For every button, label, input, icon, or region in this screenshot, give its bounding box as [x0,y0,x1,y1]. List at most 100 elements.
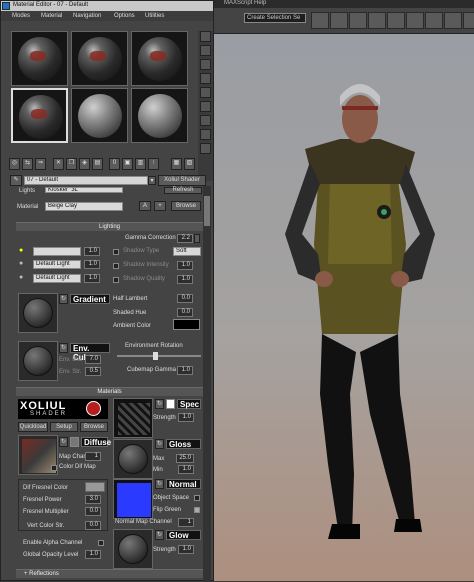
environment-rotation-slider-track[interactable] [117,355,201,357]
select-by-material-icon[interactable] [200,129,211,140]
map-chan-spinner[interactable]: 1 [85,452,101,461]
glow-strength-spinner[interactable]: 1.0 [178,545,194,554]
graphite-icon[interactable] [387,12,405,29]
menu-maxscript[interactable]: MAXScript [224,0,252,6]
add-preset-plus-button[interactable]: + [154,201,166,211]
shadow-intensity-checkbox[interactable] [113,263,119,269]
light2-intensity[interactable]: 1.0 [84,260,100,269]
light3-intensity[interactable]: 1.0 [84,274,100,283]
glow-map-slot[interactable] [113,529,153,569]
light1-dropdown[interactable] [33,247,81,256]
gloss-map-slot[interactable] [113,439,153,479]
fresnel-power-spinner[interactable]: 3.0 [85,495,101,504]
shadow-quality-checkbox[interactable] [113,277,119,283]
shaded-hue-spinner[interactable]: 0.0 [177,308,193,317]
go-sibling-icon[interactable]: ▦ [171,158,182,170]
light1-intensity[interactable]: 1.0 [84,247,100,256]
light2-dropdown[interactable]: Default Light [33,260,81,269]
sample-type-icon[interactable] [200,31,211,42]
align-icon[interactable] [349,12,367,29]
global-opacity-spinner[interactable]: 1.0 [85,550,101,559]
shadow-intensity-spinner[interactable]: 1.0 [177,261,193,270]
menu-material[interactable]: Material [41,13,62,19]
named-selection-icon[interactable] [311,12,329,29]
enable-alpha-checkbox[interactable] [98,540,104,546]
add-preset-a-button[interactable]: A [139,201,151,211]
video-check-icon[interactable] [200,87,211,98]
refresh-button[interactable]: Refresh [164,187,202,194]
reload-icon[interactable]: ↻ [155,439,164,449]
render-setup-icon[interactable] [463,12,474,29]
spec-color-swatch[interactable] [166,399,175,409]
vert-color-spinner[interactable]: 0.0 [85,521,101,530]
gamma-correction-spinner[interactable]: 2.2 [177,234,193,243]
selection-set-dropdown[interactable]: Create Selection Se [244,13,306,23]
rollout-scrollbar[interactable] [203,186,211,582]
quickload-button[interactable]: Quickload [18,422,48,432]
browse-preset-button[interactable]: Browse [171,201,201,211]
show-end-result-icon[interactable]: ▥ [135,158,146,170]
menu-options[interactable]: Options [114,13,135,19]
menu-help[interactable]: Help [254,0,266,6]
reload-icon[interactable]: ↻ [59,437,68,447]
browse-button[interactable]: Browse [80,422,108,432]
reload-icon[interactable]: ↻ [59,343,68,353]
diffuse-color-swatch[interactable] [70,437,79,447]
env-cube-map-slot[interactable] [18,341,58,381]
lighting-rollout-header[interactable]: Lighting [16,222,203,231]
object-space-checkbox[interactable] [194,495,200,501]
schematic-view-icon[interactable] [425,12,443,29]
go-to-parent-icon[interactable]: ↑ [148,158,159,170]
gloss-max-spinner[interactable]: 25.0 [176,454,194,463]
normal-map-channel-spinner[interactable]: 1 [178,518,194,527]
reload-icon[interactable]: ↻ [155,530,164,540]
sample-slot[interactable] [131,88,188,143]
sample-slot[interactable] [71,88,128,143]
materials-rollout-header[interactable]: Materials [16,387,203,396]
shadow-type-checkbox[interactable] [113,249,119,255]
put-to-library-icon[interactable]: ▤ [92,158,103,170]
fresnel-multiplier-spinner[interactable]: 0.0 [85,507,101,516]
color-dif-map-checkbox[interactable] [51,465,57,471]
make-preview-icon[interactable] [200,101,211,112]
shadow-type-dropdown[interactable]: Soft [173,247,201,256]
reload-icon[interactable]: ↻ [59,294,68,304]
layer-manager-icon[interactable] [368,12,386,29]
material-name-field[interactable]: 07 - Default [24,176,148,185]
spec-strength-spinner[interactable]: 1.0 [178,413,194,422]
setup-button[interactable]: Setup [50,422,78,432]
put-to-scene-icon[interactable]: ⇆ [22,158,33,170]
env-str-spinner[interactable]: 0.5 [85,367,101,376]
spec-map-slot[interactable] [113,398,153,438]
chevron-down-icon[interactable]: ▾ [148,176,156,185]
menu-navigation[interactable]: Navigation [73,13,101,19]
reflections-rollout-header[interactable]: + Reflections [16,569,203,578]
shadow-quality-spinner[interactable]: 1.0 [177,275,193,284]
background-icon[interactable] [200,59,211,70]
assign-material-icon[interactable]: ⇒ [35,158,46,170]
menu-modes[interactable]: Modes [12,13,30,19]
mirror-icon[interactable] [330,12,348,29]
pick-material-icon[interactable]: ▧ [184,158,195,170]
material-editor-icon[interactable] [444,12,462,29]
curve-editor-icon[interactable] [406,12,424,29]
flip-green-checkbox[interactable] [194,507,200,513]
reload-icon[interactable]: ↻ [155,479,164,489]
fresnel-color-swatch[interactable] [85,482,105,492]
env-blur-spinner[interactable]: 7.0 [85,355,101,364]
sample-slot[interactable] [71,31,128,86]
material-navigator-icon[interactable] [200,143,211,154]
material-id-icon[interactable]: 0 [109,158,120,170]
reload-icon[interactable]: ↻ [155,399,164,409]
uv-tiling-icon[interactable] [200,73,211,84]
spinner-arrows-icon[interactable] [194,234,200,243]
make-unique-icon[interactable]: ◈ [79,158,90,170]
eyedropper-icon[interactable]: ✎ [10,175,22,186]
lights-dropdown[interactable]: Kiosker_3L [45,187,123,193]
sample-slot[interactable] [131,31,188,86]
gradient-map-slot[interactable] [18,293,58,333]
show-in-viewport-icon[interactable]: ▣ [122,158,133,170]
ambient-color-swatch[interactable] [173,319,200,330]
material-preset-dropdown[interactable]: Beige Clay [45,202,123,211]
backlight-icon[interactable] [200,45,211,56]
